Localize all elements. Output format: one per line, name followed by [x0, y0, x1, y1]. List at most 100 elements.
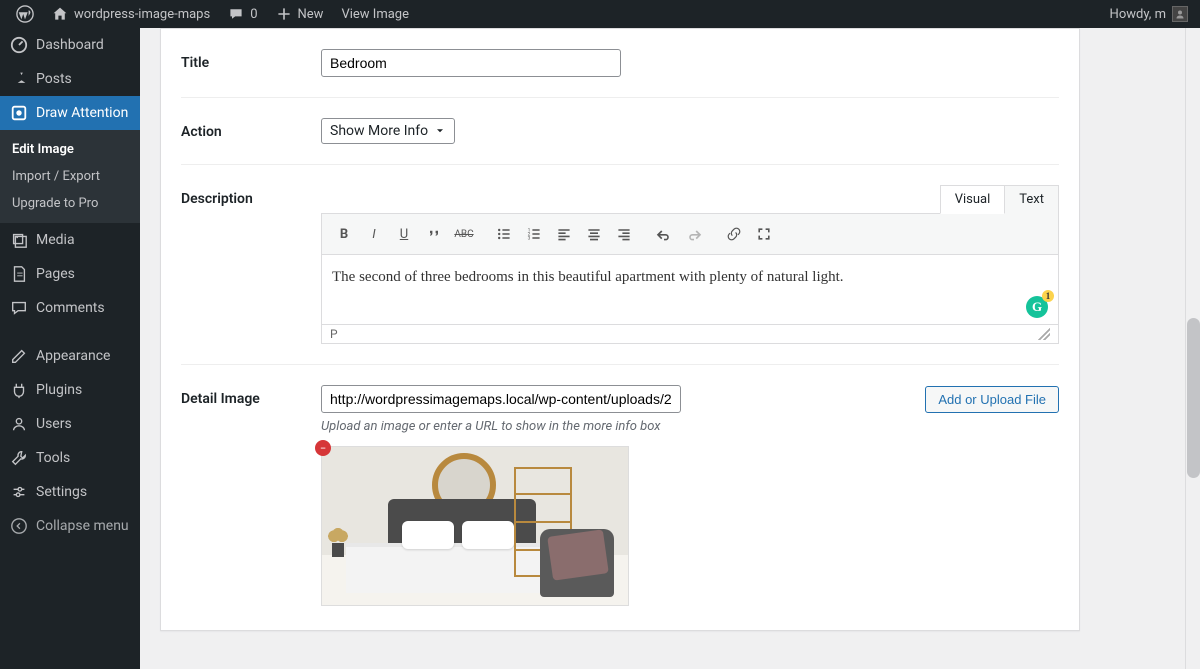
- dashboard-icon: [10, 36, 28, 54]
- fullscreen-button[interactable]: [750, 220, 778, 248]
- menu-settings[interactable]: Settings: [0, 475, 140, 509]
- comments-link[interactable]: 0: [220, 0, 265, 28]
- title-input[interactable]: [321, 49, 621, 77]
- detail-image-input[interactable]: [321, 385, 681, 413]
- detail-image-preview: [321, 446, 629, 606]
- submenu-upgrade[interactable]: Upgrade to Pro: [0, 190, 140, 217]
- users-icon: [10, 415, 28, 433]
- menu-label: Users: [36, 416, 72, 432]
- align-left-button[interactable]: [550, 220, 578, 248]
- quote-button[interactable]: [420, 220, 448, 248]
- menu-label: Plugins: [36, 382, 82, 398]
- submenu-import-export[interactable]: Import / Export: [0, 163, 140, 190]
- field-description: Description Visual Text B I U ABC 123: [181, 165, 1059, 365]
- avatar: [1172, 6, 1188, 22]
- bullet-list-button[interactable]: [490, 220, 518, 248]
- description-label: Description: [181, 185, 321, 207]
- upload-button[interactable]: Add or Upload File: [925, 386, 1059, 413]
- admin-sidebar: Dashboard Posts Draw Attention Edit Imag…: [0, 28, 140, 669]
- scrollbar[interactable]: [1185, 28, 1200, 669]
- bedroom-illustration: [322, 447, 628, 605]
- menu-label: Pages: [36, 266, 75, 282]
- view-label: View Image: [341, 7, 409, 22]
- collapse-icon: [10, 517, 28, 535]
- menu-media[interactable]: Media: [0, 223, 140, 257]
- grammarly-badge[interactable]: G: [1026, 296, 1048, 318]
- comment-icon: [228, 6, 244, 22]
- link-button[interactable]: [720, 220, 748, 248]
- menu-dashboard[interactable]: Dashboard: [0, 28, 140, 62]
- menu-label: Appearance: [36, 348, 110, 364]
- menu-posts[interactable]: Posts: [0, 62, 140, 96]
- action-value: Show More Info: [330, 123, 428, 139]
- plugins-icon: [10, 381, 28, 399]
- wp-logo[interactable]: [8, 0, 42, 28]
- bold-button[interactable]: B: [330, 220, 358, 248]
- draw-icon: [10, 104, 28, 122]
- menu-label: Settings: [36, 484, 87, 500]
- number-list-button[interactable]: 123: [520, 220, 548, 248]
- menu-label: Dashboard: [36, 37, 104, 53]
- action-label: Action: [181, 118, 321, 140]
- appearance-icon: [10, 347, 28, 365]
- plus-icon: [276, 6, 292, 22]
- edit-panel: Title Action Show More Info Description …: [160, 28, 1080, 631]
- menu-label: Draw Attention: [36, 105, 128, 121]
- description-editor[interactable]: The second of three bedrooms in this bea…: [321, 255, 1059, 325]
- adminbar-right[interactable]: Howdy, m: [1110, 6, 1192, 22]
- menu-label: Comments: [36, 300, 105, 316]
- menu-label: Media: [36, 232, 75, 248]
- editor-statusbar: P: [321, 325, 1059, 344]
- editor-path: P: [330, 327, 338, 341]
- pin-icon: [10, 70, 28, 88]
- align-center-button[interactable]: [580, 220, 608, 248]
- italic-button[interactable]: I: [360, 220, 388, 248]
- editor-tabs: Visual Text: [321, 185, 1059, 214]
- field-action: Action Show More Info: [181, 98, 1059, 165]
- strikethrough-button[interactable]: ABC: [450, 220, 478, 248]
- description-text: The second of three bedrooms in this bea…: [332, 269, 844, 285]
- comments-icon: [10, 299, 28, 317]
- upload-help: Upload an image or enter a URL to show i…: [321, 419, 1059, 434]
- media-icon: [10, 231, 28, 249]
- underline-button[interactable]: U: [390, 220, 418, 248]
- comments-count: 0: [250, 7, 257, 22]
- main-content: Title Action Show More Info Description …: [140, 28, 1200, 669]
- collapse-label: Collapse menu: [36, 518, 129, 534]
- tab-visual[interactable]: Visual: [940, 185, 1006, 214]
- site-name-link[interactable]: wordpress-image-maps: [44, 0, 218, 28]
- undo-button[interactable]: [650, 220, 678, 248]
- admin-bar: wordpress-image-maps 0 New View Image Ho…: [0, 0, 1200, 28]
- remove-image-button[interactable]: −: [315, 440, 331, 456]
- tools-icon: [10, 449, 28, 467]
- settings-icon: [10, 483, 28, 501]
- menu-label: Tools: [36, 450, 70, 466]
- collapse-menu[interactable]: Collapse menu: [0, 509, 140, 543]
- menu-plugins[interactable]: Plugins: [0, 373, 140, 407]
- detail-image-label: Detail Image: [181, 385, 321, 407]
- editor-toolbar: B I U ABC 123: [321, 213, 1059, 255]
- detail-image-preview-wrap: −: [321, 446, 629, 606]
- new-link[interactable]: New: [268, 0, 332, 28]
- menu-pages[interactable]: Pages: [0, 257, 140, 291]
- tab-text[interactable]: Text: [1004, 185, 1059, 214]
- menu-comments[interactable]: Comments: [0, 291, 140, 325]
- align-right-button[interactable]: [610, 220, 638, 248]
- field-title: Title: [181, 29, 1059, 98]
- resize-handle[interactable]: [1038, 328, 1050, 340]
- submenu-draw-attention: Edit Image Import / Export Upgrade to Pr…: [0, 130, 140, 223]
- home-icon: [52, 6, 68, 22]
- scrollbar-thumb[interactable]: [1187, 318, 1200, 478]
- menu-tools[interactable]: Tools: [0, 441, 140, 475]
- adminbar-left: wordpress-image-maps 0 New View Image: [8, 0, 417, 28]
- action-select[interactable]: Show More Info: [321, 118, 455, 144]
- submenu-edit-image[interactable]: Edit Image: [0, 136, 140, 163]
- menu-draw-attention[interactable]: Draw Attention: [0, 96, 140, 130]
- redo-button[interactable]: [680, 220, 708, 248]
- menu-appearance[interactable]: Appearance: [0, 339, 140, 373]
- svg-text:3: 3: [528, 236, 531, 242]
- menu-users[interactable]: Users: [0, 407, 140, 441]
- chevron-down-icon: [434, 125, 446, 137]
- view-image-link[interactable]: View Image: [333, 0, 417, 28]
- pages-icon: [10, 265, 28, 283]
